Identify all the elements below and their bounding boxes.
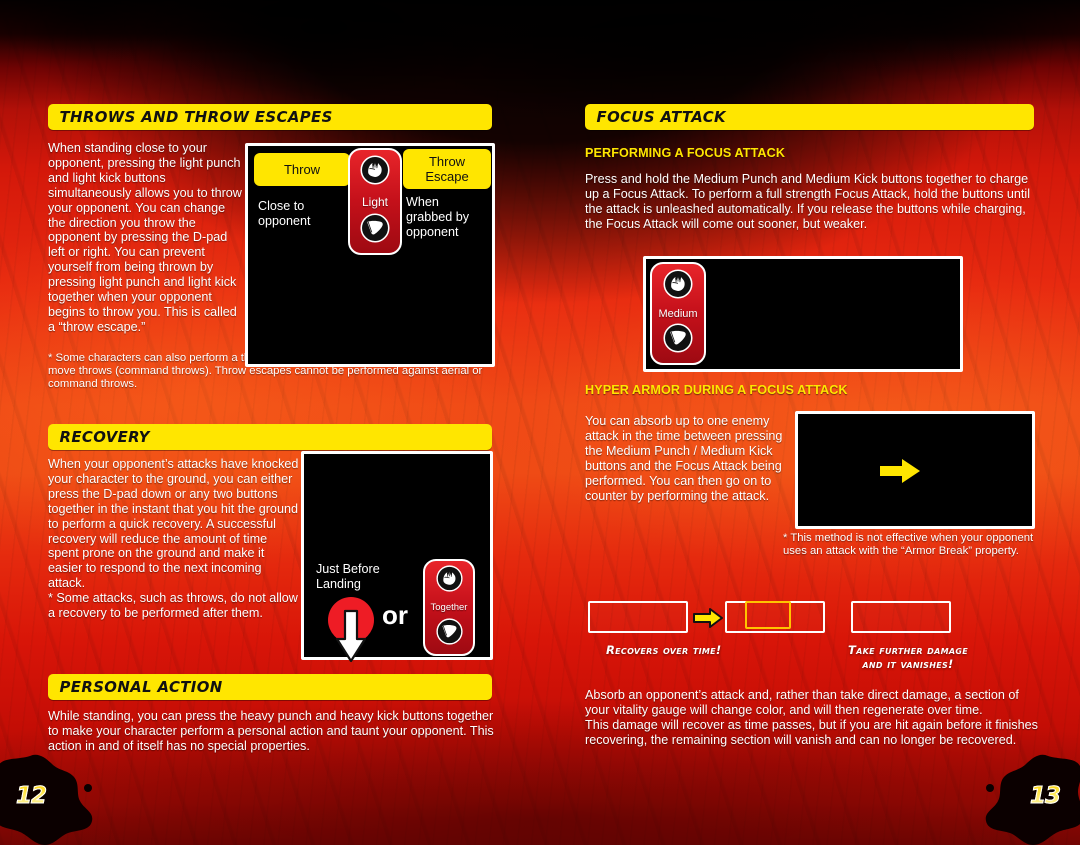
recovery-diagram-panel: Just Before Landing or Together xyxy=(301,451,493,663)
section-heading-personal-action: PERSONAL ACTION xyxy=(48,674,492,700)
section-heading-throws-label: THROWS AND THROW ESCAPES xyxy=(59,108,333,126)
vitality-gauge-stage-1 xyxy=(588,601,688,633)
focus-attack-diagram-panel: Medium xyxy=(643,256,963,372)
ink-splat-shape xyxy=(985,754,1080,845)
recovery-timing-caption: Just Before Landing xyxy=(316,562,380,591)
light-button-label: Light xyxy=(361,194,389,209)
recovery-or-label: or xyxy=(382,600,408,630)
light-button-group: Light xyxy=(348,148,402,255)
performing-focus-attack-body: Press and hold the Medium Punch and Medi… xyxy=(585,172,1030,231)
throw-escape-chip: Throw Escape xyxy=(403,149,491,189)
section-heading-recovery: RECOVERY xyxy=(48,424,492,450)
hyper-armor-note: * This method is not effective when your… xyxy=(783,532,1034,558)
right-page: FOCUS ATTACK PERFORMING A FOCUS ATTACK P… xyxy=(580,0,1080,845)
gauge-caption-recovers: Recovers over time! xyxy=(606,643,722,657)
throw-chip: Throw xyxy=(254,153,350,186)
section-heading-focus-attack: FOCUS ATTACK xyxy=(585,104,1034,130)
section-heading-recovery-label: RECOVERY xyxy=(59,428,150,446)
throws-body-text: When standing close to your opponent, pr… xyxy=(48,141,242,334)
section-heading-personal-action-label: PERSONAL ACTION xyxy=(59,678,223,696)
page-number-left: 12 xyxy=(15,783,47,810)
punch-fist-icon xyxy=(435,565,463,597)
yellow-right-arrow-icon xyxy=(692,607,724,634)
section-heading-focus-attack-label: FOCUS ATTACK xyxy=(596,108,726,126)
punch-fist-icon xyxy=(663,269,693,304)
vitality-gauge-stage-3 xyxy=(851,601,951,633)
vitality-gauge-stage-2 xyxy=(725,601,825,633)
page-number-splat-right: 13 xyxy=(976,750,1080,845)
gauge-caption-vanishes: Take further damage and it vanishes! xyxy=(848,643,968,671)
throw-condition-text: Close to opponent xyxy=(258,199,311,228)
page-number-splat-left: 12 xyxy=(0,750,102,845)
hyper-armor-body: You can absorb up to one enemy attack in… xyxy=(585,414,783,503)
throws-diagram-panel: Throw Close to opponent Throw Escape Whe… xyxy=(245,143,495,367)
medium-button-label: Medium xyxy=(658,307,698,320)
recovery-body-text: When your opponent’s attacks have knocke… xyxy=(48,457,299,621)
subheading-hyper-armor: HYPER ARMOR DURING A FOCUS ATTACK xyxy=(585,383,848,397)
dpad-down-arrow-icon xyxy=(334,609,368,669)
together-button-group: Together xyxy=(423,559,475,656)
hyper-armor-diagram-panel xyxy=(795,411,1035,529)
punch-fist-icon xyxy=(360,155,390,190)
throw-escape-condition-text: When grabbed by opponent xyxy=(406,195,470,239)
page-number-right: 13 xyxy=(1029,783,1061,810)
kick-foot-icon xyxy=(360,213,390,248)
yellow-right-arrow-icon xyxy=(878,457,922,490)
kick-foot-icon xyxy=(435,618,463,650)
vitality-gauge-recovering-section xyxy=(745,601,791,629)
personal-action-body-text: While standing, you can press the heavy … xyxy=(48,709,494,753)
kick-foot-icon xyxy=(663,323,693,358)
subheading-performing-focus-attack: PERFORMING A FOCUS ATTACK xyxy=(585,146,786,160)
left-page: THROWS AND THROW ESCAPES When standing c… xyxy=(40,0,540,845)
section-heading-throws: THROWS AND THROW ESCAPES xyxy=(48,104,492,130)
focus-attack-footer-body: Absorb an opponent’s attack and, rather … xyxy=(585,688,1038,747)
medium-button-group: Medium xyxy=(650,262,706,365)
together-button-label: Together xyxy=(430,602,468,613)
